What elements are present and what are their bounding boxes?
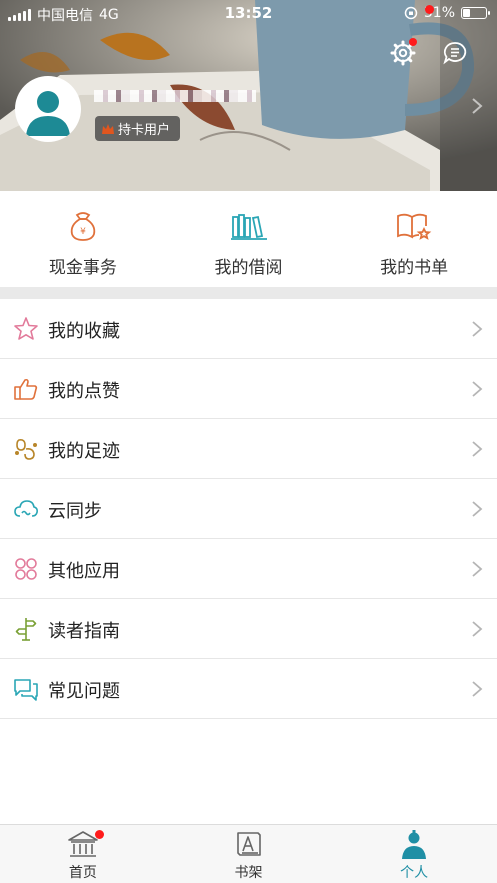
profile-header: 中国电信 4G 13:52 31% 持卡用户 bbox=[0, 0, 497, 191]
card-holder-label: 持卡用户 bbox=[118, 123, 171, 138]
quick-action-borrowing[interactable]: 我的借阅 bbox=[166, 191, 332, 287]
user-avatar-icon bbox=[26, 91, 70, 136]
menu-item-cloud-sync[interactable]: 云同步 bbox=[0, 479, 497, 539]
tab-personal[interactable]: 个人 bbox=[331, 5, 497, 883]
apps-icon bbox=[15, 558, 37, 580]
star-icon bbox=[14, 317, 38, 340]
menu-item-label: 我的收藏 bbox=[48, 321, 120, 342]
quick-action-booklist[interactable]: 我的书单 bbox=[331, 191, 497, 287]
messages-button[interactable] bbox=[440, 38, 470, 68]
orientation-lock-icon bbox=[404, 6, 418, 20]
quick-action-cash[interactable]: ¥ 现金事务 bbox=[0, 191, 166, 287]
menu-item-label: 我的足迹 bbox=[48, 441, 120, 462]
chat-bubbles-icon bbox=[14, 679, 38, 701]
message-icon bbox=[443, 42, 467, 65]
menu-item-likes[interactable]: 我的点赞 bbox=[0, 359, 497, 419]
menu-item-reader-guide[interactable]: 读者指南 bbox=[0, 599, 497, 659]
quick-actions: ¥ 现金事务 我的借阅 我的书单 bbox=[0, 191, 497, 287]
menu-list: 我的收藏 我的点赞 我的足迹 云同步 其他应用 读者指南 常见问题 bbox=[0, 299, 497, 719]
chevron-right-icon bbox=[472, 381, 483, 397]
menu-item-label: 读者指南 bbox=[48, 621, 120, 642]
menu-item-label: 我的点赞 bbox=[48, 381, 120, 402]
quick-action-label: 现金事务 bbox=[48, 258, 117, 278]
chevron-right-icon bbox=[472, 321, 483, 337]
menu-item-label: 云同步 bbox=[48, 501, 102, 522]
battery-icon bbox=[461, 7, 490, 19]
footprint-icon bbox=[14, 439, 37, 460]
menu-item-footprints[interactable]: 我的足迹 bbox=[0, 419, 497, 479]
menu-item-faq[interactable]: 常见问题 bbox=[0, 659, 497, 719]
book-star-icon bbox=[397, 213, 432, 240]
chevron-right-icon bbox=[472, 441, 483, 457]
card-holder-badge: 持卡用户 bbox=[95, 116, 181, 141]
tab-home[interactable]: 首页 bbox=[0, 825, 166, 883]
tab-label: 首页 bbox=[68, 865, 97, 881]
notification-dot bbox=[425, 5, 434, 14]
tab-bookshelf[interactable]: 书架 bbox=[166, 825, 332, 883]
quick-action-label: 我的借阅 bbox=[214, 258, 283, 278]
crown-icon bbox=[102, 123, 114, 134]
chevron-right-icon bbox=[472, 561, 483, 577]
bottom-tab-bar: 首页 书架 个人 bbox=[0, 5, 497, 883]
chevron-right-icon bbox=[472, 681, 483, 697]
tab-label: 个人 bbox=[400, 865, 429, 881]
settings-button[interactable] bbox=[388, 38, 418, 68]
money-bag-icon: ¥ bbox=[70, 212, 96, 241]
chevron-right-icon bbox=[472, 501, 483, 517]
svg-text:¥: ¥ bbox=[80, 227, 86, 237]
menu-item-favorites[interactable]: 我的收藏 bbox=[0, 299, 497, 359]
person-icon bbox=[402, 830, 427, 859]
menu-item-label: 常见问题 bbox=[48, 681, 120, 702]
chevron-right-icon[interactable] bbox=[470, 96, 484, 116]
notification-dot bbox=[95, 830, 104, 839]
notification-dot bbox=[409, 38, 417, 46]
signpost-icon bbox=[15, 618, 37, 641]
menu-item-label: 其他应用 bbox=[48, 561, 120, 582]
cloud-sync-icon bbox=[14, 500, 38, 517]
thumbs-up-icon bbox=[14, 378, 38, 400]
username-obscured bbox=[94, 90, 256, 102]
menu-item-other-apps[interactable]: 其他应用 bbox=[0, 539, 497, 599]
status-bar: 中国电信 4G 13:52 31% bbox=[0, 0, 497, 26]
chevron-right-icon bbox=[472, 621, 483, 637]
battery-level bbox=[463, 9, 470, 17]
tab-label: 书架 bbox=[234, 865, 263, 881]
section-divider bbox=[0, 287, 497, 299]
bookshelf-icon bbox=[236, 832, 261, 856]
avatar[interactable] bbox=[15, 76, 81, 142]
quick-action-label: 我的书单 bbox=[380, 258, 449, 278]
books-icon bbox=[230, 214, 267, 240]
